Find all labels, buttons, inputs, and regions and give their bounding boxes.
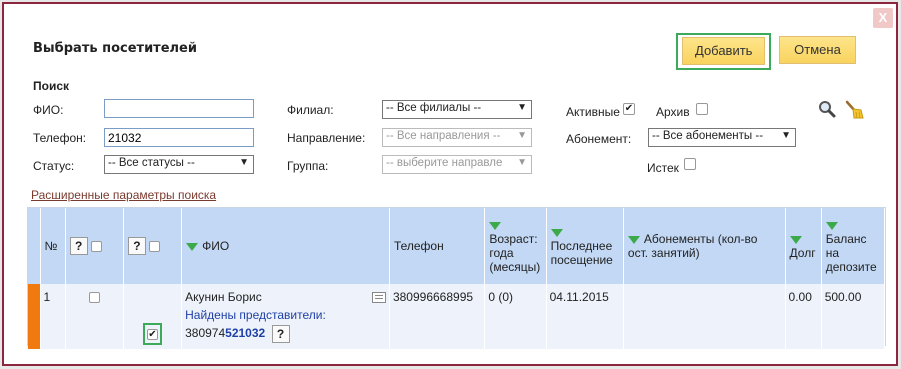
header-age-label: Возраст: года (месяцы) xyxy=(489,232,541,274)
active-label: Активные xyxy=(566,105,620,119)
header-last-visit[interactable]: Последнее посещение xyxy=(546,208,624,284)
archive-label: Архив xyxy=(656,105,690,119)
cell-num: 1 xyxy=(40,284,66,349)
header-last-visit-label: Последнее посещение xyxy=(550,239,613,267)
sort-icon xyxy=(489,221,502,230)
row-marker xyxy=(28,284,41,349)
cell-subscriptions xyxy=(623,284,786,349)
rep-checkbox[interactable]: ✔ xyxy=(146,329,158,341)
rep-help-button[interactable]: ? xyxy=(271,325,290,343)
rep-phone: 380974521032 ? xyxy=(185,325,386,343)
fio-label: ФИО: xyxy=(33,103,64,117)
header-phone: Телефон xyxy=(389,208,486,284)
cell-select-rep: ✔ xyxy=(123,284,183,349)
cell-phone: 380996668995 xyxy=(389,284,486,349)
direction-select-value: -- Все направления -- xyxy=(386,130,501,142)
search-section-label: Поиск xyxy=(33,79,70,93)
header-phone-label: Телефон xyxy=(393,239,444,253)
expired-label: Истек xyxy=(647,161,679,175)
header-debt[interactable]: Долг xyxy=(785,208,822,284)
chevron-down-icon: ▼ xyxy=(517,130,527,141)
active-checkbox[interactable]: ✔ xyxy=(623,103,635,115)
close-icon[interactable]: X xyxy=(873,8,893,28)
phone-input[interactable] xyxy=(104,128,254,147)
status-select[interactable]: -- Все статусы -- ▼ xyxy=(104,155,254,174)
subscription-select-value: -- Все абонементы -- xyxy=(652,130,764,142)
header-debt-label: Долг xyxy=(789,246,816,260)
cell-debt: 0.00 xyxy=(785,284,822,349)
branch-select[interactable]: -- Все филиалы -- ▼ xyxy=(382,100,532,119)
sort-icon xyxy=(550,228,563,237)
cell-fio: Акунин Борис Найдены представители: 3809… xyxy=(181,284,390,349)
select-all-reps-checkbox[interactable] xyxy=(148,240,160,252)
header-marker xyxy=(28,208,41,284)
chevron-down-icon: ▼ xyxy=(781,130,791,141)
sort-icon xyxy=(627,235,640,244)
branch-select-value: -- Все филиалы -- xyxy=(386,102,482,114)
subscription-label: Абонемент: xyxy=(566,132,632,146)
chevron-down-icon: ▼ xyxy=(239,157,249,168)
chevron-down-icon: ▼ xyxy=(517,102,527,113)
select-all-checkbox[interactable] xyxy=(90,240,102,252)
group-select[interactable]: -- выберите направле ▼ xyxy=(382,155,532,174)
fio-input[interactable] xyxy=(104,99,254,118)
rep-phone-prefix: 380974 xyxy=(185,326,226,341)
chevron-down-icon: ▼ xyxy=(517,157,527,168)
phone-label: Телефон: xyxy=(33,131,87,145)
branch-label: Филиал: xyxy=(287,103,334,117)
sort-icon xyxy=(186,242,199,251)
visitor-name[interactable]: Акунин Борис xyxy=(185,290,386,304)
sort-icon xyxy=(789,235,802,244)
header-age[interactable]: Возраст: года (месяцы) xyxy=(484,208,547,284)
note-icon[interactable] xyxy=(371,292,386,303)
header-num-label: № xyxy=(44,239,58,253)
representatives-label: Найдены представители: xyxy=(185,308,326,322)
cell-age: 0 (0) xyxy=(484,284,547,349)
header-fio-label: ФИО xyxy=(202,239,230,253)
header-select-1: ? xyxy=(65,208,124,284)
cell-balance: 500.00 xyxy=(821,284,886,349)
subscription-select[interactable]: -- Все абонементы -- ▼ xyxy=(648,128,796,147)
row-checkbox[interactable] xyxy=(88,292,100,304)
archive-checkbox[interactable] xyxy=(696,103,708,115)
header-select-2: ? xyxy=(123,208,183,284)
status-label: Статус: xyxy=(33,159,75,173)
add-button-highlight: Добавить xyxy=(676,33,771,70)
help-button[interactable]: ? xyxy=(127,237,146,255)
status-select-value: -- Все статусы -- xyxy=(108,157,195,169)
cancel-button[interactable]: Отмена xyxy=(779,36,856,64)
cell-last-visit: 04.11.2015 xyxy=(546,284,624,349)
select-visitors-dialog: X Выбрать посетителей Добавить Отмена По… xyxy=(2,2,898,366)
header-subscriptions-label: Абонементы (кол-во ост. занятий) xyxy=(627,232,758,260)
visitors-table: № ? ? ФИО Телефон Возраст: года (месяцы)… xyxy=(27,207,886,349)
cell-select xyxy=(65,284,124,349)
help-button[interactable]: ? xyxy=(69,237,88,255)
table-header-row: № ? ? ФИО Телефон Возраст: года (месяцы)… xyxy=(28,208,886,284)
broom-icon[interactable] xyxy=(843,99,865,121)
sort-icon xyxy=(825,221,838,230)
group-select-value: -- выберите направле xyxy=(386,157,503,169)
rep-phone-match: 521032 xyxy=(225,326,266,341)
search-icon[interactable] xyxy=(818,100,836,118)
direction-select[interactable]: -- Все направления -- ▼ xyxy=(382,128,532,147)
direction-label: Направление: xyxy=(287,131,366,145)
expired-checkbox[interactable] xyxy=(684,158,696,170)
group-label: Группа: xyxy=(287,159,329,173)
header-num: № xyxy=(40,208,66,284)
rep-checkbox-highlight: ✔ xyxy=(142,323,162,345)
header-balance-label: Баланс на депозите xyxy=(825,232,877,274)
header-subscriptions[interactable]: Абонементы (кол-во ост. занятий) xyxy=(623,208,786,284)
dialog-title: Выбрать посетителей xyxy=(33,41,197,56)
add-button[interactable]: Добавить xyxy=(682,37,765,65)
advanced-search-link[interactable]: Расширенные параметры поиска xyxy=(31,188,216,202)
header-fio[interactable]: ФИО xyxy=(181,208,390,284)
header-balance[interactable]: Баланс на депозите xyxy=(821,208,886,284)
table-row[interactable]: 1 ✔ Акунин Борис Найдены представители: … xyxy=(28,284,886,349)
